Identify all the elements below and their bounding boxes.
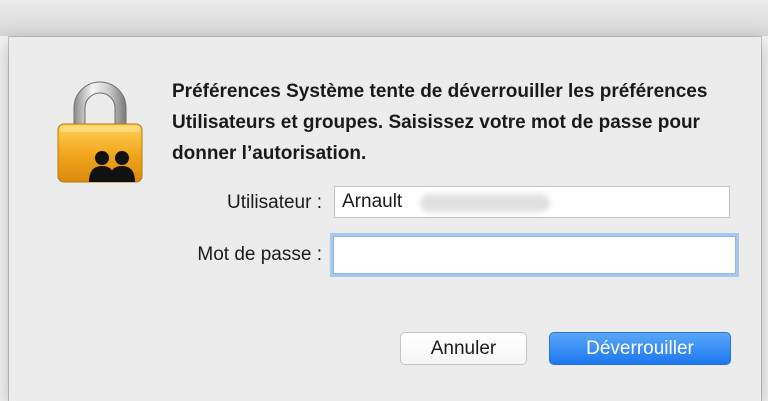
window-titlebar [0,0,768,37]
window-left-edge [0,36,9,401]
lock-users-icon [57,81,143,183]
password-field[interactable] [333,236,736,274]
cancel-button[interactable]: Annuler [400,332,527,365]
redacted-surname [420,194,550,212]
dialog-message: Préférences Système tente de déverrouill… [172,81,708,164]
window-right-edge [761,36,768,401]
unlock-button[interactable]: Déverrouiller [549,332,731,365]
username-label: Utilisateur : [226,192,322,213]
password-label: Mot de passe : [197,244,322,265]
